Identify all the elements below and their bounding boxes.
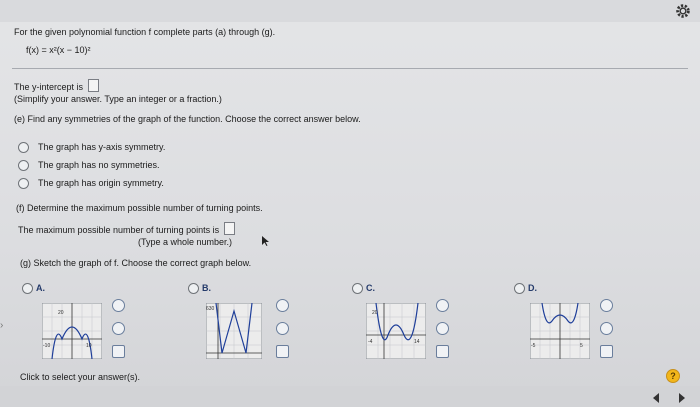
turning-points-prompt: The maximum possible number of turning p… [18, 225, 220, 235]
expand-icon[interactable] [600, 345, 613, 358]
graph-d-thumbnail[interactable]: -5 5 [530, 303, 590, 359]
status-text: Click to select your answer(s). [20, 372, 141, 382]
part-e-option-3: The graph has origin symmetry. [38, 178, 164, 188]
part-e-option-1: The graph has y-axis symmetry. [38, 142, 166, 152]
zoom-in-icon[interactable] [436, 299, 449, 312]
previous-arrow-icon[interactable] [650, 392, 662, 404]
graph-d-tick-x2: 5 [580, 343, 583, 349]
left-chevron-icon[interactable]: › [0, 320, 3, 331]
question-page: For the given polynomial function f comp… [0, 0, 700, 407]
zoom-out-icon[interactable] [600, 322, 613, 335]
part-f-question: (f) Determine the maximum possible numbe… [16, 203, 263, 213]
graph-c-label: C. [366, 283, 375, 293]
graph-c-tick-x1: -4 [368, 339, 373, 345]
zoom-out-icon[interactable] [112, 322, 125, 335]
turning-points-hint: (Type a whole number.) [138, 237, 233, 247]
graph-b-thumbnail[interactable]: 630 [206, 303, 262, 359]
radio-option-1[interactable] [18, 142, 29, 153]
gear-icon[interactable] [674, 2, 692, 20]
zoom-out-icon[interactable] [276, 322, 289, 335]
graph-a-tick-y: 20 [58, 310, 64, 316]
y-intercept-row: The y-intercept is [14, 79, 99, 92]
function-text: f(x) = x²(x − 10)² [26, 45, 91, 55]
graph-a-tick-x1: -10 [43, 343, 50, 349]
part-e-question: (e) Find any symmetries of the graph of … [14, 114, 361, 124]
part-e-option-2: The graph has no symmetries. [38, 160, 160, 170]
radio-option-2[interactable] [18, 160, 29, 171]
zoom-out-icon[interactable] [436, 322, 449, 335]
expand-icon[interactable] [436, 345, 449, 358]
mouse-cursor-icon [262, 236, 269, 246]
radio-graph-d[interactable] [514, 283, 525, 294]
zoom-in-icon[interactable] [112, 299, 125, 312]
top-strip [0, 0, 700, 22]
radio-graph-c[interactable] [352, 283, 363, 294]
graph-b-label: B. [202, 283, 211, 293]
zoom-in-icon[interactable] [276, 299, 289, 312]
instruction-text: For the given polynomial function f comp… [14, 27, 276, 37]
turning-points-input[interactable] [223, 222, 235, 235]
turning-points-row: The maximum possible number of turning p… [18, 222, 235, 235]
graph-a-label: A. [36, 283, 45, 293]
zoom-in-icon[interactable] [600, 299, 613, 312]
graph-c-tick-x2: 14 [414, 339, 420, 345]
graph-a-thumbnail[interactable]: 20 -10 10 [42, 303, 102, 359]
y-intercept-hint: (Simplify your answer. Type an integer o… [14, 94, 222, 104]
expand-icon[interactable] [112, 345, 125, 358]
part-g-question: (g) Sketch the graph of f. Choose the co… [20, 258, 252, 268]
graph-d-tick-x1: -5 [531, 343, 536, 349]
radio-graph-a[interactable] [22, 283, 33, 294]
graph-d-label: D. [528, 283, 537, 293]
next-arrow-icon[interactable] [676, 392, 688, 404]
y-intercept-prompt: The y-intercept is [14, 82, 84, 92]
help-icon[interactable]: ? [666, 369, 680, 383]
graph-b-tick-y: 630 [206, 306, 215, 312]
graph-c-thumbnail[interactable]: 20 -4 14 [366, 303, 426, 359]
graph-a-tick-x2: 10 [86, 343, 92, 349]
graph-c-tick-y: 20 [372, 310, 378, 316]
radio-option-3[interactable] [18, 178, 29, 189]
bottom-nav-bar [0, 386, 700, 407]
radio-graph-b[interactable] [188, 283, 199, 294]
expand-icon[interactable] [276, 345, 289, 358]
divider [12, 68, 688, 69]
y-intercept-input[interactable] [87, 79, 99, 92]
